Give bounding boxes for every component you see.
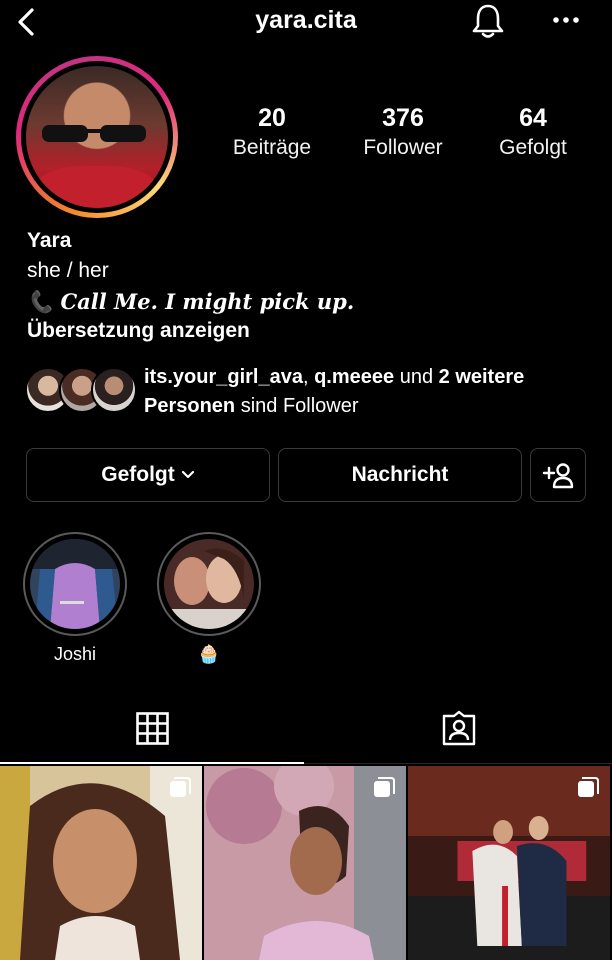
mutual-followers[interactable]: its.your_girl_ava, q.meeee und 2 weitere… [25, 363, 605, 423]
avatar [91, 367, 137, 413]
posts-label: Beiträge [232, 136, 312, 159]
post-thumbnail[interactable] [0, 766, 202, 960]
highlight-label: 🧁 [197, 644, 221, 664]
followers-label: Follower [363, 136, 443, 159]
separator: , [302, 366, 315, 388]
bio-text: 📞 Call Me. I might pick up. [27, 289, 355, 314]
followers-value: 376 [382, 104, 424, 132]
avatar-photo [26, 66, 168, 208]
message-button-label: Nachricht [351, 463, 449, 486]
highlight-cover [164, 539, 254, 629]
highlight-label: Joshi [53, 644, 97, 664]
highlight-joshi[interactable]: Joshi [23, 532, 127, 665]
highlight-cover [30, 539, 120, 629]
followers-suffix: sind Follower [235, 395, 359, 417]
more-horizontal-icon[interactable] [548, 8, 584, 32]
following-count[interactable]: 64 Gefolgt [478, 104, 588, 160]
following-label: Gefolgt [499, 136, 567, 159]
multiple-posts-icon [170, 777, 191, 797]
highlight-ring [23, 532, 127, 636]
profile-bio: Yara she / her 📞 Call Me. I might pick u… [27, 229, 597, 349]
profile-name: Yara [27, 229, 72, 252]
add-person-icon [542, 463, 574, 489]
translate-link[interactable]: Übersetzung anzeigen [27, 319, 597, 349]
profile-tabs [0, 700, 612, 764]
mutual-user-1[interactable]: its.your_girl_ava [144, 366, 303, 388]
conjunction: und [394, 366, 439, 388]
mutual-user-2[interactable]: q.meeee [314, 366, 394, 388]
highlight-cupcake[interactable]: 🧁 [157, 532, 261, 665]
posts-value: 20 [258, 104, 286, 132]
chevron-down-icon [181, 470, 194, 479]
top-bar: yara.cita [0, 0, 612, 44]
tagged-person-icon[interactable] [441, 710, 477, 746]
following-value: 64 [519, 104, 547, 132]
multiple-posts-icon [374, 777, 395, 797]
sunglasses-shape [42, 125, 146, 142]
bell-icon[interactable] [470, 2, 506, 40]
active-tab-indicator [0, 762, 304, 764]
highlight-ring [157, 532, 261, 636]
profile-pronouns: she / her [27, 259, 109, 282]
message-button[interactable]: Nachricht [278, 448, 522, 502]
post-thumbnail[interactable] [408, 766, 610, 960]
profile-username: yara.cita [255, 6, 357, 34]
scarf-shape [36, 166, 156, 208]
mutual-followers-text: its.your_girl_ava, q.meeee und 2 weitere… [144, 363, 604, 421]
following-button-label: Gefolgt [101, 463, 175, 486]
grid-icon[interactable] [136, 712, 169, 745]
following-button[interactable]: Gefolgt [26, 448, 270, 502]
add-person-button[interactable] [530, 448, 586, 502]
mutual-avatars [25, 367, 137, 413]
profile-avatar[interactable] [16, 56, 178, 218]
post-thumbnail[interactable] [204, 766, 406, 960]
followers-count[interactable]: 376 Follower [348, 104, 458, 160]
posts-count[interactable]: 20 Beiträge [217, 104, 327, 160]
multiple-posts-icon [578, 777, 599, 797]
